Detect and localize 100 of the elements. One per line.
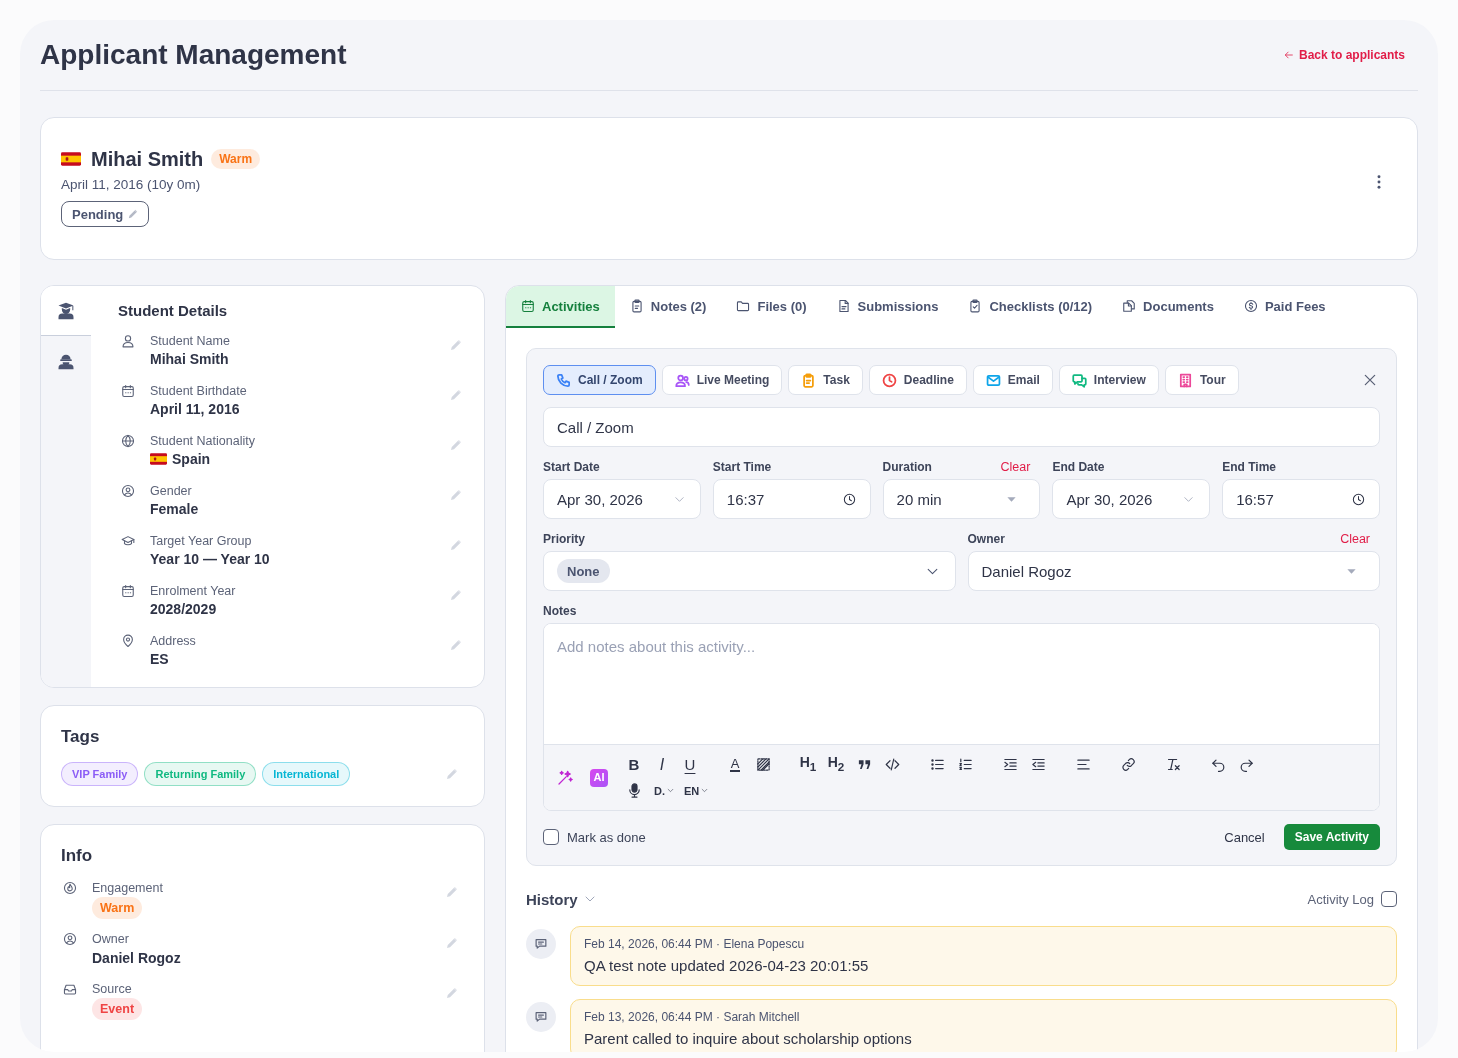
status-button[interactable]: Pending [61, 201, 150, 227]
tab[interactable]: Checklists (0/12) [953, 286, 1108, 328]
text-color-button[interactable]: A [723, 752, 747, 777]
section-title: Student Details [118, 301, 229, 321]
dropdown-button[interactable]: D. [652, 778, 676, 803]
redo-icon [1238, 757, 1254, 772]
calendar-icon [121, 584, 135, 598]
applicant-name: Mihai Smith [91, 147, 204, 171]
heading-button[interactable]: H$_{1}$ [796, 752, 820, 777]
clear-link[interactable]: Clear [1340, 531, 1370, 547]
time-field[interactable]: 16:57 [1222, 479, 1380, 519]
code-icon [884, 757, 900, 772]
date-field[interactable]: Apr 30, 2026 [1052, 479, 1211, 519]
clock-icon [842, 492, 856, 506]
activity-type-button[interactable]: Tour [1164, 365, 1239, 395]
field-label: Owner [92, 931, 130, 947]
flag-icon [150, 453, 167, 465]
quote-icon [856, 757, 872, 772]
entry-meta: Feb 13, 2026, 06:44 PM · Sarah Mitchell [584, 1009, 801, 1025]
checkbox[interactable] [543, 829, 559, 845]
field-value: Year 10 — Year 10 [150, 550, 270, 569]
mark-done-label: Mark as done [567, 829, 646, 845]
owner-select[interactable]: Daniel Rogoz [967, 551, 1380, 591]
magic-wand-icon[interactable] [557, 769, 573, 786]
activity-type-button[interactable]: Call / Zoom [543, 365, 656, 395]
side-tab[interactable] [41, 286, 91, 336]
calendar-icon [521, 299, 535, 313]
birth-date-text: April 11, 2016 (10y 0m) [61, 176, 202, 194]
notes-editor[interactable]: Add notes about this activity... AI B I U A H$_{1}$ H$_{2}$ D. EN [543, 623, 1380, 811]
dropdown-button[interactable]: EN [682, 778, 711, 803]
heading-button[interactable]: H$_{2}$ [824, 752, 848, 777]
field-label: Source [92, 981, 133, 997]
field-label: Priority [543, 531, 585, 547]
undo-icon [1210, 757, 1226, 772]
field-label: Student Birthdate [150, 383, 248, 399]
field-label: Notes [543, 603, 577, 619]
field-label: Duration [882, 459, 932, 475]
hatched-square-icon [755, 757, 771, 772]
underline-button[interactable]: U [678, 752, 702, 777]
italic-button[interactable]: I [650, 752, 674, 777]
tab[interactable]: Submissions [821, 286, 954, 328]
tab[interactable]: Activities [506, 286, 615, 328]
priority-select[interactable]: None [543, 551, 956, 591]
tab[interactable]: Paid Fees [1228, 286, 1341, 328]
back-link[interactable]: Back to applicants [1283, 47, 1405, 63]
activity-type-button[interactable]: Live Meeting [661, 365, 783, 395]
arrow-left-icon [1283, 50, 1294, 60]
user-circle-icon [121, 484, 135, 498]
field-label: Target Year Group [150, 533, 253, 549]
field-value: Mihai Smith [150, 350, 229, 369]
microphone-icon [626, 783, 642, 798]
close-button[interactable] [1362, 372, 1378, 388]
field-label: Student Name [150, 333, 231, 349]
select-field[interactable]: 20 min [882, 479, 1041, 519]
clear-format-icon [1165, 757, 1181, 772]
priority-chip: None [557, 559, 610, 583]
graduate-icon [56, 300, 76, 321]
person-icon [121, 334, 135, 348]
tab[interactable]: Documents [1107, 286, 1229, 328]
clipboard-icon [629, 299, 644, 313]
time-field[interactable]: 16:37 [712, 479, 871, 519]
bold-button[interactable]: B [622, 752, 646, 777]
activity-type-button[interactable]: Deadline [868, 365, 967, 395]
activity-type-button[interactable]: Task [788, 365, 863, 395]
clock-icon [1352, 492, 1365, 506]
close-icon [1362, 372, 1378, 388]
title-field[interactable]: Call / Zoom [543, 407, 1380, 447]
clipboard-check-icon [968, 299, 983, 313]
dollar-icon [1243, 299, 1258, 313]
map-pin-icon [121, 634, 135, 648]
chevron-down-icon [667, 787, 674, 794]
user-circle-icon [63, 932, 77, 946]
field-value: Spain [172, 450, 211, 469]
chat-icon [526, 1002, 556, 1032]
activity-type-button[interactable]: Email [972, 365, 1053, 395]
flame-icon [63, 881, 77, 895]
activity-log-label: Activity Log [1307, 891, 1374, 907]
ai-button[interactable]: AI [590, 768, 608, 787]
field-label: Student Nationality [150, 433, 256, 449]
clear-link[interactable]: Clear [1000, 459, 1031, 475]
history-toggle[interactable]: History [526, 890, 596, 908]
checkbox[interactable] [1381, 891, 1397, 907]
tab[interactable]: Notes (2) [614, 286, 722, 328]
entry-text: QA test note updated 2026-04-23 20:01:55 [584, 956, 870, 976]
date-field[interactable]: Apr 30, 2026 [543, 479, 701, 519]
globe-icon [121, 434, 135, 448]
link-icon [1120, 757, 1136, 772]
cancel-button[interactable]: Cancel [1216, 824, 1273, 850]
outdent-icon [1030, 757, 1046, 772]
tab[interactable]: Files (0) [721, 286, 822, 328]
field-label: End Date [1052, 459, 1105, 475]
activity-type-button[interactable]: Interview [1058, 365, 1159, 395]
save-button[interactable]: Save Activity [1283, 824, 1380, 850]
copy-icon [1122, 299, 1137, 313]
page-title: Applicant Management [40, 38, 347, 72]
graduation-cap-icon [121, 534, 135, 548]
calendar-icon [121, 384, 135, 398]
field-value: April 11, 2016 [150, 400, 240, 419]
numbered-list-icon [957, 757, 973, 772]
tag: Returning Family [144, 762, 257, 786]
